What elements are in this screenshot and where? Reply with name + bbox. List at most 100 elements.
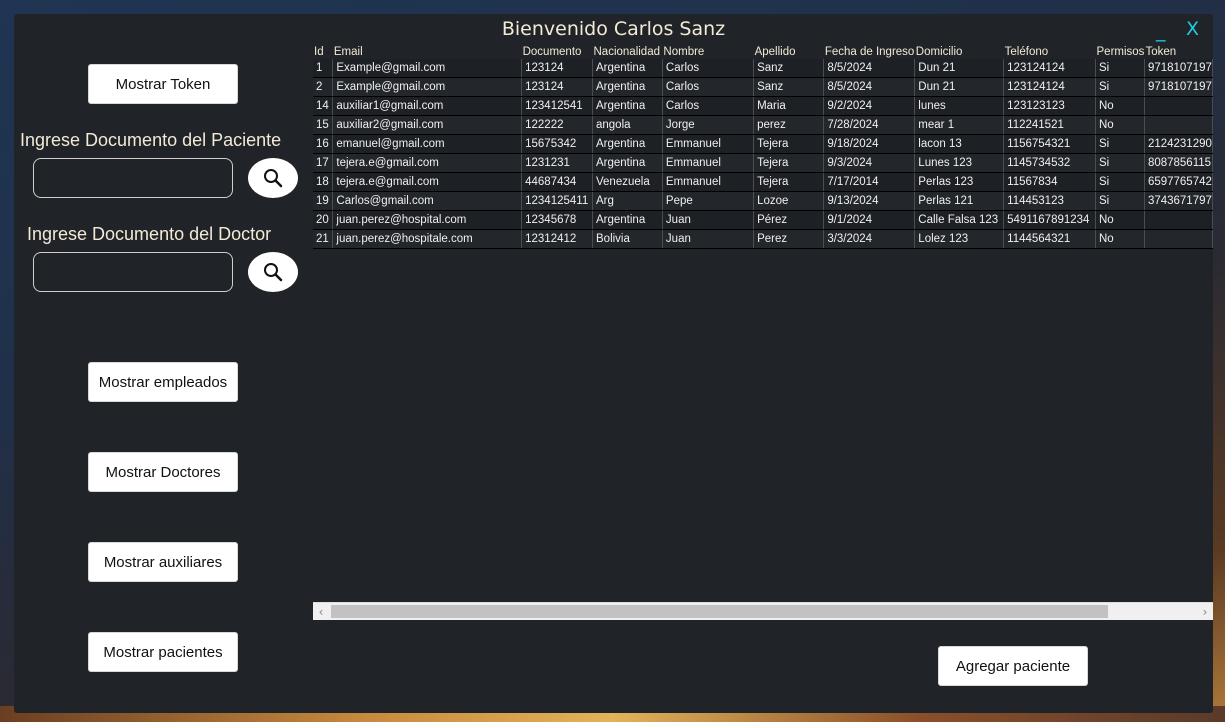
table-cell[interactable]: 122222	[521, 115, 593, 135]
table-cell[interactable]: 7/28/2024	[823, 115, 916, 135]
table-cell[interactable]: 123124124	[1003, 77, 1096, 97]
table-row[interactable]: 20 juan.perez@hospital.com 12345678 Argenti…	[313, 210, 1213, 230]
table-cell[interactable]: 18	[313, 172, 334, 192]
table-cell[interactable]: 112241521	[1003, 115, 1096, 135]
table-row[interactable]: 14 auxiliar1@gmail.com 123412541 Argentina C…	[313, 96, 1213, 116]
table-cell[interactable]: 11567834	[1003, 172, 1096, 192]
table-cell[interactable]: Pepe	[662, 191, 755, 211]
table-cell[interactable]: Venezuela	[592, 172, 663, 192]
table-cell[interactable]: Carlos	[662, 59, 755, 78]
table-cell[interactable]: 1231231	[521, 153, 593, 173]
table-cell[interactable]: Tejera	[753, 153, 825, 173]
column-header[interactable]: Apellido	[754, 44, 824, 59]
table-cell[interactable]: 20	[313, 210, 334, 230]
table-cell[interactable]: perez	[753, 115, 825, 135]
table-cell[interactable]: Emmanuel	[662, 134, 755, 154]
table-cell[interactable]: 9718107197	[1144, 59, 1213, 78]
table-cell[interactable]: 9/1/2024	[823, 210, 916, 230]
table-cell[interactable]: Example@gmail.com	[332, 59, 523, 78]
table-cell[interactable]: 8/5/2024	[823, 59, 916, 78]
table-cell[interactable]: Dun 21	[914, 77, 1005, 97]
table-cell[interactable]: 15	[313, 115, 334, 135]
patient-search-button[interactable]	[248, 158, 298, 198]
table-cell[interactable]: Dun 21	[914, 59, 1005, 78]
table-cell[interactable]: Si	[1095, 59, 1145, 78]
table-cell[interactable]: Calle Falsa 123	[914, 210, 1005, 230]
column-header[interactable]: Fecha de Ingreso	[824, 44, 915, 59]
table-cell[interactable]: Perlas 123	[914, 172, 1005, 192]
doctor-document-input[interactable]	[33, 252, 233, 292]
table-cell[interactable]: Argentina	[592, 77, 663, 97]
table-cell[interactable]: 3743671797	[1144, 191, 1213, 211]
table-cell[interactable]: Argentina	[592, 134, 663, 154]
doctor-search-button[interactable]	[248, 252, 298, 292]
table-cell[interactable]: Perez	[753, 229, 825, 249]
table-cell[interactable]: No	[1095, 96, 1145, 116]
table-cell[interactable]: Argentina	[592, 96, 663, 116]
table-cell[interactable]: 8/5/2024	[823, 77, 916, 97]
table-cell[interactable]: 9/18/2024	[823, 134, 916, 154]
table-cell[interactable]	[1144, 115, 1213, 135]
table-cell[interactable]: Example@gmail.com	[332, 77, 523, 97]
table-cell[interactable]: 16	[313, 134, 334, 154]
table-cell[interactable]: 1145734532	[1003, 153, 1096, 173]
table-cell[interactable]	[1144, 210, 1213, 230]
table-cell[interactable]: 123124	[521, 77, 593, 97]
table-cell[interactable]: 114453123	[1003, 191, 1096, 211]
column-header[interactable]: Nacionalidad	[593, 44, 663, 59]
column-header[interactable]: Permisos	[1096, 44, 1145, 59]
column-header[interactable]: Documento	[522, 44, 593, 59]
table-cell[interactable]: Maria	[753, 96, 825, 116]
column-header[interactable]: Email	[333, 44, 522, 59]
table-cell[interactable]: 9/3/2024	[823, 153, 916, 173]
table-row[interactable]: 15 auxiliar2@gmail.com 122222 angola Jorge pe…	[313, 115, 1213, 135]
table-cell[interactable]: Bolivia	[592, 229, 663, 249]
table-cell[interactable]: Juan	[662, 229, 755, 249]
data-grid[interactable]: Id Email Documento Nacionalidad Nombre Apelli…	[313, 44, 1213, 619]
table-cell[interactable]: 15675342	[521, 134, 593, 154]
table-cell[interactable]: auxiliar2@gmail.com	[332, 115, 523, 135]
show-token-button[interactable]: Mostrar Token	[88, 64, 238, 104]
minimize-button[interactable]: _	[1156, 20, 1166, 42]
table-cell[interactable]: 1	[313, 59, 334, 78]
table-cell[interactable]: Sanz	[753, 77, 825, 97]
table-cell[interactable]: 12345678	[521, 210, 593, 230]
table-cell[interactable]: 9718107197	[1144, 77, 1213, 97]
table-cell[interactable]: 9/13/2024	[823, 191, 916, 211]
show-employees-button[interactable]: Mostrar empleados	[88, 362, 238, 402]
table-cell[interactable]: Emmanuel	[662, 153, 755, 173]
table-cell[interactable]: auxiliar1@gmail.com	[332, 96, 523, 116]
column-header[interactable]: Domicilio	[915, 44, 1004, 59]
table-cell[interactable]: 1144564321	[1003, 229, 1096, 249]
table-cell[interactable]: tejera.e@gmail.com	[332, 153, 523, 173]
table-cell[interactable]: Carlos	[662, 77, 755, 97]
table-cell[interactable]	[1144, 229, 1213, 249]
add-patient-button[interactable]: Agregar paciente	[938, 646, 1088, 686]
table-cell[interactable]: 12312412	[521, 229, 593, 249]
table-cell[interactable]: No	[1095, 229, 1145, 249]
table-cell[interactable]: 17	[313, 153, 334, 173]
table-cell[interactable]: lacon 13	[914, 134, 1005, 154]
table-cell[interactable]: lunes	[914, 96, 1005, 116]
table-cell[interactable]: 3/3/2024	[823, 229, 916, 249]
table-cell[interactable]: Pérez	[753, 210, 825, 230]
table-cell[interactable]: emanuel@gmail.com	[332, 134, 523, 154]
table-row[interactable]: 21 juan.perez@hospitale.com 12312412 Bolivi…	[313, 229, 1213, 249]
table-cell[interactable]: No	[1095, 210, 1145, 230]
table-cell[interactable]: Argentina	[592, 153, 663, 173]
column-header[interactable]: Id	[313, 44, 333, 59]
table-cell[interactable]: Carlos@gmail.com	[332, 191, 523, 211]
table-cell[interactable]: tejera.e@gmail.com	[332, 172, 523, 192]
table-cell[interactable]: Argentina	[592, 210, 663, 230]
table-cell[interactable]: Lolez 123	[914, 229, 1005, 249]
table-cell[interactable]: 21	[313, 229, 334, 249]
table-cell[interactable]: No	[1095, 115, 1145, 135]
show-doctors-button[interactable]: Mostrar Doctores	[88, 452, 238, 492]
scroll-right-arrow[interactable]: ›	[1197, 603, 1213, 620]
table-cell[interactable]: 1234125411	[521, 191, 593, 211]
close-button[interactable]: X	[1186, 18, 1199, 40]
table-cell[interactable]: 14	[313, 96, 334, 116]
table-cell[interactable]: Si	[1095, 191, 1145, 211]
table-cell[interactable]: Arg	[592, 191, 663, 211]
table-cell[interactable]: 2	[313, 77, 334, 97]
